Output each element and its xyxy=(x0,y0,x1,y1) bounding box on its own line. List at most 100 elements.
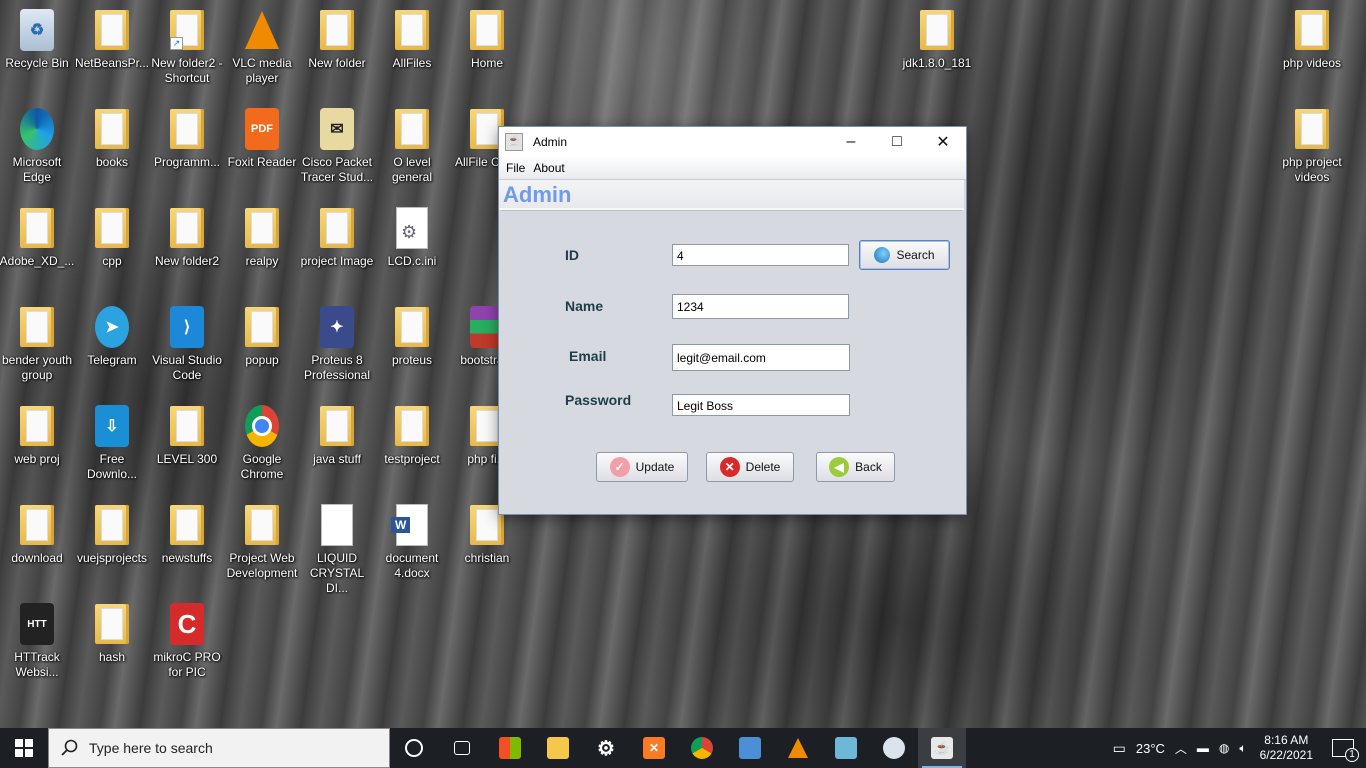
desktop-icon[interactable]: Programm... xyxy=(150,107,224,170)
desktop-icon-label: php videos xyxy=(1282,56,1342,70)
desktop-icon[interactable]: New folder2 xyxy=(150,206,224,269)
file-explorer-icon[interactable] xyxy=(534,728,582,768)
clock[interactable]: 8:16 AM 6/22/2021 xyxy=(1260,733,1313,763)
desktop-icon[interactable]: download xyxy=(0,503,74,566)
email-field[interactable]: legit@email.com xyxy=(672,344,850,371)
desktop-icon-label: Visual Studio Code xyxy=(152,353,222,382)
folder-icon xyxy=(17,206,57,250)
start-button[interactable] xyxy=(0,728,48,768)
news-icon[interactable]: ▭ xyxy=(1113,740,1126,757)
notification-center-icon[interactable]: 1 xyxy=(1332,739,1359,762)
desktop-icon[interactable]: LEVEL 300 xyxy=(150,404,224,467)
folder-icon xyxy=(92,206,132,250)
desktop-icon[interactable]: VLC media player xyxy=(225,8,299,86)
desktop-icon[interactable]: testproject xyxy=(375,404,449,467)
search-button[interactable]: Search xyxy=(859,240,950,270)
desktop-icon[interactable]: Google Chrome xyxy=(225,404,299,482)
form-header: Admin xyxy=(499,180,964,210)
settings-icon[interactable]: ⚙ xyxy=(582,728,630,768)
desktop-icon[interactable]: Adobe_XD_... xyxy=(0,206,74,269)
desktop-icon[interactable]: ⟩ Visual Studio Code xyxy=(150,305,224,383)
desktop-icon[interactable]: NetBeansPr... xyxy=(75,8,149,71)
folder-icon xyxy=(92,8,132,52)
desktop-icon[interactable]: HTT HTTrack Websi... xyxy=(0,602,74,680)
chrome-icon[interactable] xyxy=(678,728,726,768)
desktop-icon[interactable]: ↗ New folder2 - Shortcut xyxy=(150,8,224,86)
taskbar-search-box[interactable]: Type here to search xyxy=(48,728,390,768)
desktop-icon[interactable]: ⚙ LCD.c.ini xyxy=(375,206,449,269)
menu-about[interactable]: About xyxy=(533,161,564,175)
cortana-icon[interactable] xyxy=(390,728,438,768)
desktop-icon[interactable]: ✦ Proteus 8 Professional xyxy=(300,305,374,383)
update-button-label: Update xyxy=(635,460,675,474)
desktop-icon-label: project Image xyxy=(300,254,374,268)
desktop-icon[interactable]: popup xyxy=(225,305,299,368)
desktop-icon[interactable]: Project Web Development xyxy=(225,503,299,581)
desktop-icon[interactable]: Microsoft Edge xyxy=(0,107,74,185)
minimize-button[interactable]: – xyxy=(828,127,874,157)
desktop-icon[interactable]: php project videos xyxy=(1275,107,1349,185)
desktop-icon-label: Programm... xyxy=(153,155,220,169)
store-icon[interactable] xyxy=(486,728,534,768)
notepad-icon[interactable] xyxy=(822,728,870,768)
desktop-icon-label: jdk1.8.0_181 xyxy=(902,56,972,70)
desktop-icon[interactable]: ⇩ Free Downlo... xyxy=(75,404,149,482)
xampp-icon[interactable]: ✕ xyxy=(630,728,678,768)
folder-icon xyxy=(917,8,957,52)
network-globe-icon[interactable]: ◍ xyxy=(1219,741,1229,755)
desktop-icon[interactable]: jdk1.8.0_181 xyxy=(900,8,974,71)
search-icon xyxy=(61,739,78,756)
edge-icon xyxy=(17,107,57,151)
desktop-icon[interactable]: New folder xyxy=(300,8,374,71)
desktop-icon[interactable]: vuejsprojects xyxy=(75,503,149,566)
password-field[interactable]: Legit Boss xyxy=(672,394,850,416)
desktop-icon[interactable]: Home xyxy=(450,8,524,71)
admin-window[interactable]: ☕ Admin – □ ✕ File About Admin ID 4 Sear… xyxy=(498,126,967,515)
update-button[interactable]: ✓ Update xyxy=(596,452,688,482)
paint-icon[interactable] xyxy=(870,728,918,768)
desktop-icon[interactable]: Wdocument 4.docx xyxy=(375,503,449,581)
folder-icon xyxy=(92,503,132,547)
desktop-icon[interactable]: web proj xyxy=(0,404,74,467)
desktop-icon[interactable]: java stuff xyxy=(300,404,374,467)
battery-icon[interactable]: ▬ xyxy=(1197,741,1209,755)
desktop-icon[interactable]: books xyxy=(75,107,149,170)
packet-tracer-icon: ✉ xyxy=(317,107,357,151)
desktop-icon[interactable]: LIQUID CRYSTAL DI... xyxy=(300,503,374,596)
desktop-icon-label: NetBeansPr... xyxy=(74,56,150,70)
desktop-icon[interactable]: project Image xyxy=(300,206,374,269)
close-button[interactable]: ✕ xyxy=(920,127,966,157)
desktop-icon[interactable]: bender youth group xyxy=(0,305,74,383)
desktop-icon[interactable]: CmikroC PRO for PIC xyxy=(150,602,224,680)
delete-button[interactable]: ✕ Delete xyxy=(706,452,794,482)
desktop-icon[interactable]: proteus xyxy=(375,305,449,368)
desktop-icon-label: hash xyxy=(98,650,126,664)
java-taskbar-icon[interactable]: ☕ xyxy=(918,728,966,768)
task-view-icon[interactable] xyxy=(438,728,486,768)
desktop-icon[interactable]: PDF Foxit Reader xyxy=(225,107,299,170)
chevron-up-icon[interactable]: ︿ xyxy=(1175,740,1187,757)
delete-x-icon: ✕ xyxy=(719,457,740,477)
back-button[interactable]: ◀ Back xyxy=(816,452,895,482)
title-bar[interactable]: ☕ Admin – □ ✕ xyxy=(499,127,966,157)
id-field[interactable]: 4 xyxy=(672,244,849,266)
maximize-button[interactable]: □ xyxy=(874,127,920,157)
weather-text[interactable]: 23°C xyxy=(1136,741,1165,756)
desktop-icon[interactable]: AllFiles xyxy=(375,8,449,71)
desktop-icon[interactable]: php videos xyxy=(1275,8,1349,71)
desktop-icon[interactable]: hash xyxy=(75,602,149,665)
name-field[interactable]: 1234 xyxy=(672,294,849,319)
desktop-icon[interactable]: realpy xyxy=(225,206,299,269)
desktop-icon[interactable]: ♻ Recycle Bin xyxy=(0,8,74,71)
desktop-icon[interactable]: ➤ Telegram xyxy=(75,305,149,368)
desktop-icon[interactable]: ✉ Cisco Packet Tracer Stud... xyxy=(300,107,374,185)
password-label: Password xyxy=(565,392,632,408)
virtualbox-icon[interactable] xyxy=(726,728,774,768)
desktop-icon[interactable]: newstuffs xyxy=(150,503,224,566)
menu-file[interactable]: File xyxy=(506,161,525,175)
volume-icon[interactable]: 🔈︎ xyxy=(1239,741,1246,756)
word-document-icon: W xyxy=(391,503,432,547)
desktop-icon[interactable]: cpp xyxy=(75,206,149,269)
desktop-icon[interactable]: O level general xyxy=(375,107,449,185)
vlc-icon[interactable] xyxy=(774,728,822,768)
